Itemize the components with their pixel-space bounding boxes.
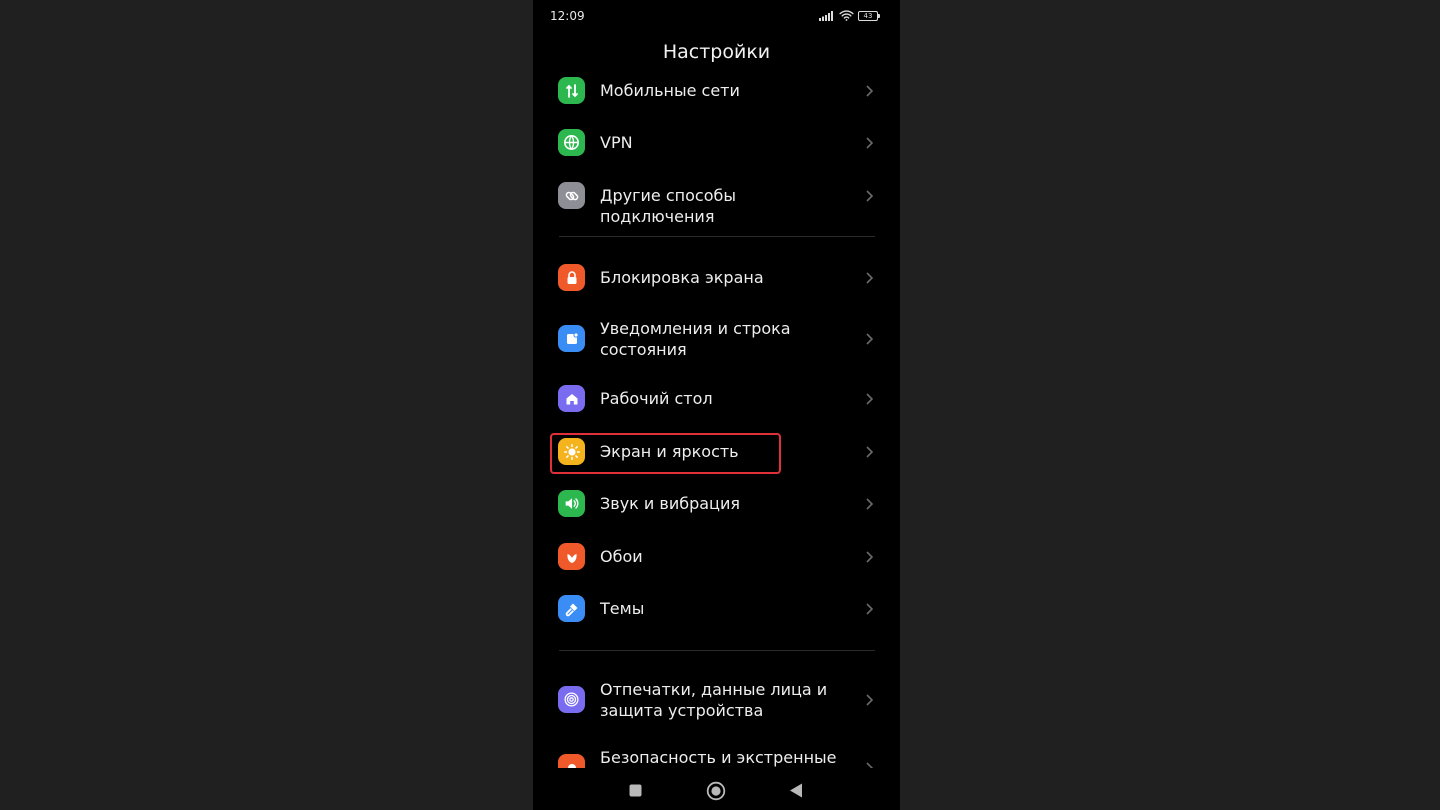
settings-item-other-connections[interactable]: Другие способы подключения [533,182,900,226]
chevron-right-icon [866,551,874,563]
settings-item-label: VPN [600,133,633,152]
emergency-icon [558,754,585,768]
wifi-icon [839,10,854,21]
fingerprint-icon [558,686,585,713]
chevron-right-icon [866,333,874,345]
battery-icon: 43 [858,10,880,21]
globe-icon [558,129,585,156]
chevron-right-icon [866,190,874,202]
settings-item-lock-screen[interactable]: Блокировка экрана [533,264,900,292]
status-time: 12:09 [550,9,585,23]
settings-item-mobile-networks[interactable]: Мобильные сети [533,77,900,105]
settings-item-notifications[interactable]: Уведомления и строка состояния [533,317,900,361]
settings-item-label: Звук и вибрация [600,494,740,513]
settings-item-home-screen[interactable]: Рабочий стол [533,385,900,413]
lock-icon [558,264,585,291]
chevron-right-icon [866,694,874,706]
settings-item-security-emergency[interactable]: Безопасность и экстренные [533,746,900,768]
section-divider [559,650,875,651]
chevron-right-icon [866,272,874,284]
highlight-box [550,433,781,474]
settings-item-label: Отпечатки, данные лица и защита устройст… [600,680,828,720]
home-icon [558,385,585,412]
chevron-right-icon [866,762,874,768]
status-icons: 43 [819,10,880,21]
speaker-icon [558,490,585,517]
phone-screen: Мобильные сети VPN Другие способы подклю… [533,0,900,810]
back-button[interactable] [789,783,803,798]
notification-icon [558,325,585,352]
settings-item-label: Безопасность и экстренные [600,748,837,767]
navigation-bar [533,768,900,810]
settings-item-label: Блокировка экрана [600,268,764,287]
settings-item-label: Обои [600,547,643,566]
chevron-right-icon [866,393,874,405]
section-divider [559,236,875,237]
settings-item-vpn[interactable]: VPN [533,129,900,157]
settings-item-label: Темы [600,599,645,618]
chevron-right-icon [866,85,874,97]
settings-item-label: Мобильные сети [600,81,740,100]
mobile-networks-icon [558,77,585,104]
status-bar: 12:09 43 [533,0,900,32]
settings-item-label: Другие способы подключения [600,186,736,226]
brush-icon [558,595,585,622]
settings-item-sound-vibration[interactable]: Звук и вибрация [533,490,900,518]
chevron-right-icon [866,603,874,615]
settings-item-themes[interactable]: Темы [533,595,900,623]
settings-item-label: Уведомления и строка состояния [600,319,791,359]
chevron-right-icon [866,498,874,510]
recent-apps-button[interactable] [629,784,642,797]
settings-item-fingerprints-security[interactable]: Отпечатки, данные лица и защита устройст… [533,678,900,722]
link-icon [558,182,585,209]
chevron-right-icon [866,446,874,458]
chevron-right-icon [866,137,874,149]
settings-list[interactable]: Мобильные сети VPN Другие способы подклю… [533,0,900,768]
settings-item-wallpaper[interactable]: Обои [533,543,900,571]
settings-item-label: Рабочий стол [600,389,713,408]
page-title: Настройки [662,41,771,63]
wallpaper-icon [558,543,585,570]
home-button[interactable] [706,781,726,801]
signal-icon [819,10,833,21]
